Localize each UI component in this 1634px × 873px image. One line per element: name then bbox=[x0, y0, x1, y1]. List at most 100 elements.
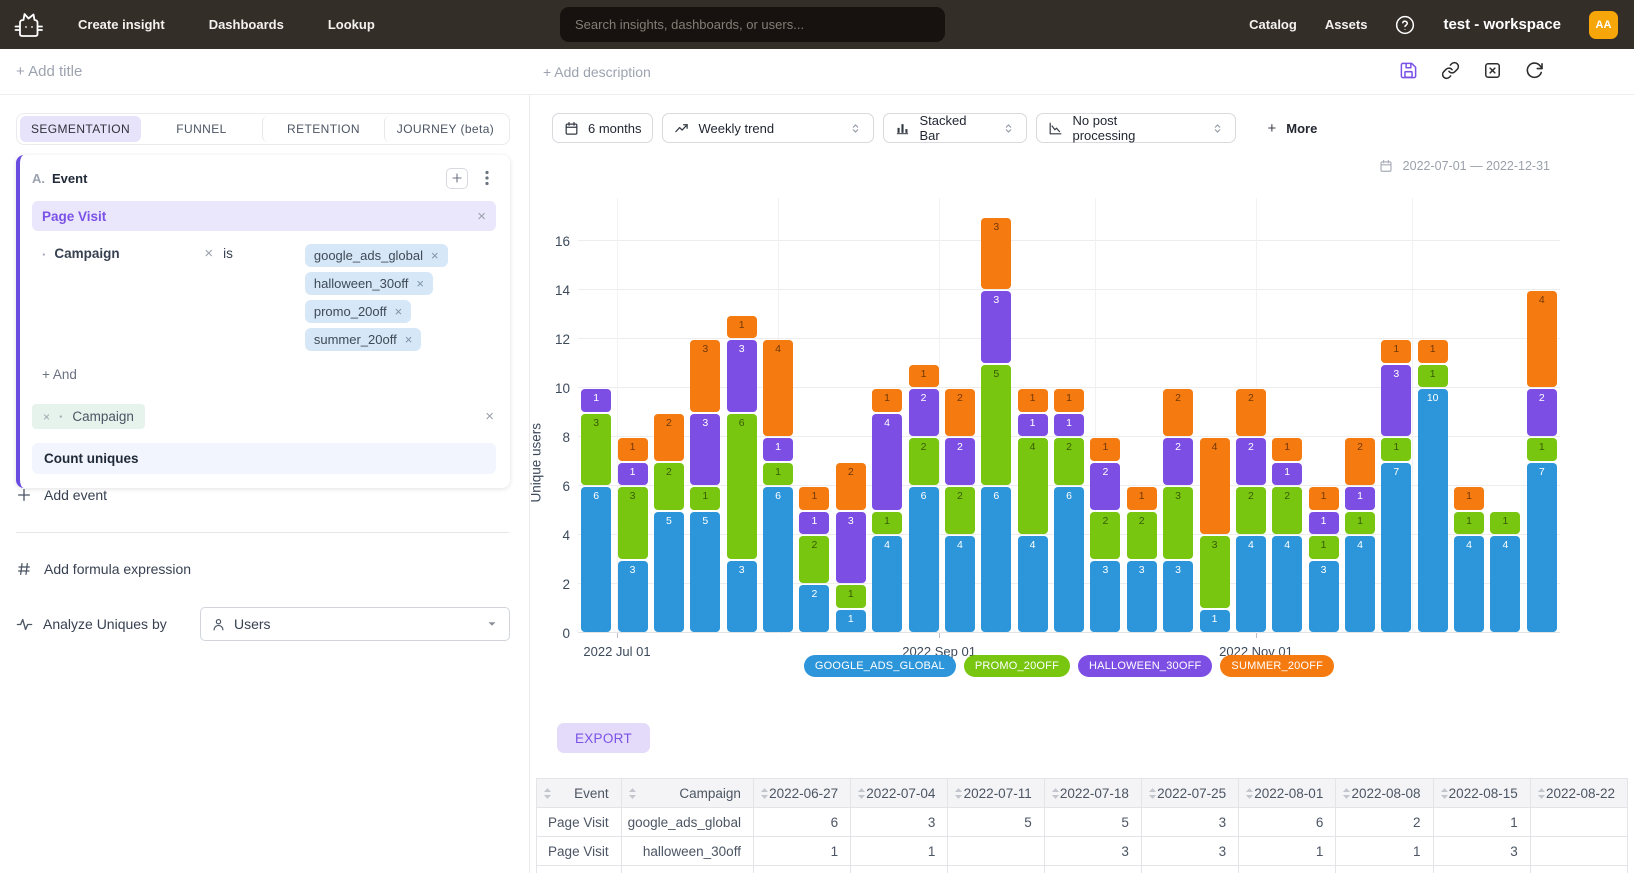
bar-segment[interactable]: 3 bbox=[1090, 561, 1120, 633]
column-header[interactable]: 2022-08-08 bbox=[1336, 779, 1433, 808]
help-icon[interactable] bbox=[1395, 15, 1415, 35]
add-description-placeholder[interactable]: + Add description bbox=[543, 64, 651, 80]
bar-segment[interactable]: 5 bbox=[690, 512, 720, 633]
legend-item[interactable]: HALLOWEEN_30OFF bbox=[1078, 655, 1212, 677]
bar-segment[interactable]: 1 bbox=[1200, 610, 1230, 633]
bar-segment[interactable]: 1 bbox=[1272, 438, 1302, 461]
legend-item[interactable]: SUMMER_20OFF bbox=[1220, 655, 1334, 677]
analyze-by-select[interactable]: Users bbox=[200, 607, 510, 641]
bar-segment[interactable]: 2 bbox=[799, 536, 829, 583]
chip-remove-icon[interactable]: × bbox=[416, 276, 424, 291]
duplicate-event-icon[interactable] bbox=[446, 168, 468, 189]
tab-segmentation[interactable]: SEGMENTATION bbox=[20, 116, 141, 142]
filter-property[interactable]: Campaign bbox=[54, 246, 204, 261]
event-menu-icon[interactable] bbox=[478, 168, 496, 188]
filter-value-chip[interactable]: summer_20off× bbox=[305, 328, 421, 351]
bar-segment[interactable]: 3 bbox=[727, 561, 757, 633]
post-processing-select[interactable]: No post processing bbox=[1036, 113, 1236, 143]
bar-segment[interactable]: 3 bbox=[618, 561, 648, 633]
bar-segment[interactable]: 2 bbox=[1090, 512, 1120, 559]
workspace-name[interactable]: test - workspace bbox=[1443, 16, 1561, 33]
chip-remove-icon[interactable]: × bbox=[405, 332, 413, 347]
add-formula-button[interactable]: Add formula expression bbox=[16, 561, 191, 577]
bar-segment[interactable]: 3 bbox=[836, 512, 866, 584]
bar-segment[interactable]: 1 bbox=[1454, 512, 1484, 535]
remove-breakdown-icon[interactable]: × bbox=[43, 410, 50, 424]
column-header[interactable]: Campaign bbox=[621, 779, 753, 808]
add-and-filter[interactable]: + And bbox=[42, 367, 77, 382]
bar-segment[interactable]: 1 bbox=[1018, 414, 1048, 437]
bar-segment[interactable]: 2 bbox=[909, 438, 939, 485]
bar-segment[interactable]: 4 bbox=[1527, 291, 1557, 387]
bar-segment[interactable]: 4 bbox=[1454, 536, 1484, 632]
aggregation-selector[interactable]: Count uniques bbox=[32, 443, 496, 474]
bar-segment[interactable]: 6 bbox=[909, 487, 939, 632]
bar-segment[interactable]: 3 bbox=[1381, 365, 1411, 437]
column-header[interactable]: 2022-08-01 bbox=[1239, 779, 1336, 808]
bar-segment[interactable]: 2 bbox=[1236, 438, 1266, 485]
bar-segment[interactable]: 2 bbox=[1090, 463, 1120, 510]
bar-segment[interactable]: 4 bbox=[1200, 438, 1230, 534]
filter-value-chip[interactable]: halloween_30off× bbox=[305, 272, 433, 295]
bar-segment[interactable]: 1 bbox=[727, 316, 757, 339]
column-header[interactable]: 2022-08-22 bbox=[1530, 779, 1627, 808]
bar-segment[interactable]: 4 bbox=[1272, 536, 1302, 632]
breakdown-chip[interactable]: × · Campaign bbox=[32, 404, 145, 429]
chart-type-select[interactable]: Stacked Bar bbox=[883, 113, 1027, 143]
bar-segment[interactable]: 7 bbox=[1527, 463, 1557, 633]
bar-segment[interactable]: 1 bbox=[799, 512, 829, 535]
bar-segment[interactable]: 4 bbox=[872, 414, 902, 510]
bar-segment[interactable]: 1 bbox=[1309, 512, 1339, 535]
tab-journey-beta-[interactable]: JOURNEY (beta) bbox=[384, 116, 506, 142]
bar-segment[interactable]: 2 bbox=[1345, 438, 1375, 485]
bar-segment[interactable]: 6 bbox=[581, 487, 611, 632]
refresh-icon[interactable] bbox=[1525, 61, 1544, 80]
column-header[interactable]: 2022-07-18 bbox=[1044, 779, 1141, 808]
bar-segment[interactable]: 2 bbox=[654, 463, 684, 510]
bar-segment[interactable]: 3 bbox=[727, 340, 757, 412]
tab-retention[interactable]: RETENTION bbox=[262, 116, 384, 142]
bar-segment[interactable]: 1 bbox=[836, 610, 866, 633]
bar-segment[interactable]: 2 bbox=[945, 438, 975, 485]
bar-segment[interactable]: 1 bbox=[1090, 438, 1120, 461]
bar-segment[interactable]: 1 bbox=[872, 512, 902, 535]
legend-item[interactable]: PROMO_20OFF bbox=[964, 655, 1070, 677]
bar-segment[interactable]: 6 bbox=[1054, 487, 1084, 632]
add-event-button[interactable]: Add event bbox=[16, 487, 107, 503]
bar-segment[interactable]: 4 bbox=[1490, 536, 1520, 632]
column-header[interactable]: 2022-07-11 bbox=[948, 779, 1044, 808]
nav-dashboards[interactable]: Dashboards bbox=[209, 17, 284, 32]
chip-remove-icon[interactable]: × bbox=[431, 248, 439, 263]
bar-segment[interactable]: 1 bbox=[1309, 536, 1339, 559]
column-header[interactable]: 2022-07-25 bbox=[1141, 779, 1238, 808]
bar-segment[interactable]: 2 bbox=[1236, 389, 1266, 436]
timeframe-button[interactable]: 6 months bbox=[552, 113, 653, 143]
clear-breakdown-icon[interactable]: × bbox=[485, 409, 494, 424]
more-button[interactable]: + More bbox=[1267, 120, 1317, 137]
bar-segment[interactable]: 4 bbox=[763, 340, 793, 436]
bar-segment[interactable]: 1 bbox=[1054, 389, 1084, 412]
bar-segment[interactable]: 2 bbox=[1163, 389, 1193, 436]
bar-segment[interactable]: 1 bbox=[1418, 340, 1448, 363]
bar-segment[interactable]: 3 bbox=[1163, 487, 1193, 559]
export-button[interactable]: EXPORT bbox=[557, 723, 650, 753]
cat-logo-icon[interactable] bbox=[10, 7, 50, 43]
bar-segment[interactable]: 10 bbox=[1418, 389, 1448, 632]
date-range[interactable]: 2022-07-01 — 2022-12-31 bbox=[1379, 159, 1550, 173]
bar-segment[interactable]: 2 bbox=[1236, 487, 1266, 534]
nav-assets[interactable]: Assets bbox=[1325, 17, 1368, 32]
chip-remove-icon[interactable]: × bbox=[395, 304, 403, 319]
filter-value-chip[interactable]: promo_20off× bbox=[305, 300, 411, 323]
trend-select[interactable]: Weekly trend bbox=[662, 113, 874, 143]
bar-segment[interactable]: 1 bbox=[1018, 389, 1048, 412]
bar-segment[interactable]: 1 bbox=[1381, 340, 1411, 363]
bar-segment[interactable]: 2 bbox=[1127, 512, 1157, 559]
bar-segment[interactable]: 1 bbox=[1454, 487, 1484, 510]
bar-segment[interactable]: 1 bbox=[690, 487, 720, 510]
bar-segment[interactable]: 1 bbox=[1527, 438, 1557, 461]
add-title-placeholder[interactable]: + Add title bbox=[16, 63, 82, 80]
bar-segment[interactable]: 3 bbox=[1163, 561, 1193, 633]
bar-segment[interactable]: 1 bbox=[618, 463, 648, 486]
bar-segment[interactable]: 1 bbox=[763, 463, 793, 486]
tab-funnel[interactable]: FUNNEL bbox=[141, 116, 262, 142]
